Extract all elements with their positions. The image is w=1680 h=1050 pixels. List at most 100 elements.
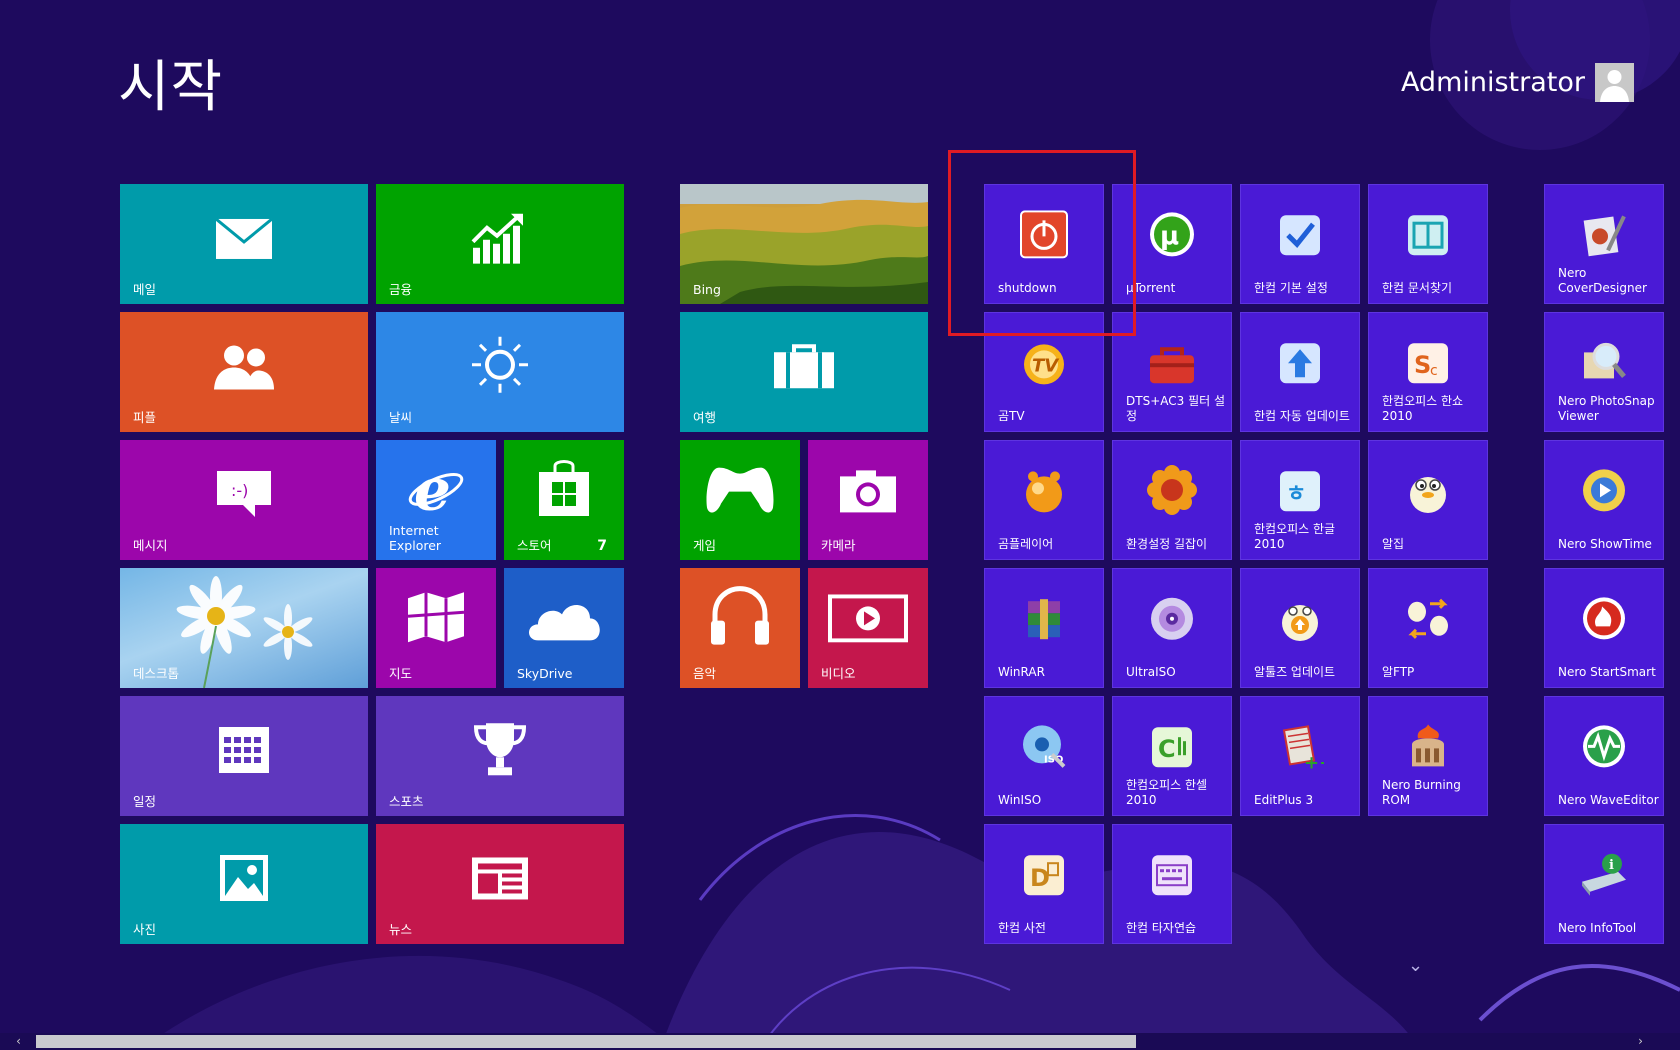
tile-dts-ac3-filter[interactable]: DTS+AC3 필터 설정 <box>1112 312 1232 432</box>
tile-maps[interactable]: 지도 <box>376 568 496 688</box>
tile-hancom-doc-search[interactable]: 한컴 문서찾기 <box>1368 184 1488 304</box>
tile-photos[interactable]: 사진 <box>120 824 368 944</box>
tile-label: Nero WaveEditor <box>1558 793 1659 807</box>
news-icon <box>470 855 530 901</box>
svg-text:i: i <box>1609 858 1614 873</box>
tile-nero-burning-rom[interactable]: Nero Burning ROM <box>1368 696 1488 816</box>
gomtv-icon: TV <box>1018 338 1070 386</box>
showtime-icon <box>1580 466 1628 514</box>
winrar-icon <box>1022 597 1066 641</box>
tile-shutdown[interactable]: shutdown <box>984 184 1104 304</box>
trophy-icon <box>472 721 528 777</box>
tile-internet-explorer[interactable]: e Internet Explorer <box>376 440 496 560</box>
tile-video[interactable]: 비디오 <box>808 568 928 688</box>
tile-bing[interactable]: Bing <box>680 184 928 304</box>
tile-finance[interactable]: 금융 <box>376 184 624 304</box>
tile-winiso[interactable]: ISO WinISO <box>984 696 1104 816</box>
tile-travel[interactable]: 여행 <box>680 312 928 432</box>
tile-label: 사진 <box>133 922 157 937</box>
tile-desktop[interactable]: 데스크톱 <box>120 568 368 688</box>
tile-nero-waveeditor[interactable]: Nero WaveEditor <box>1544 696 1664 816</box>
tile-altools-update[interactable]: 알툴즈 업데이트 <box>1240 568 1360 688</box>
hancell-icon: C <box>1150 725 1194 769</box>
tile-weather[interactable]: 날씨 <box>376 312 624 432</box>
tile-label: 비디오 <box>821 666 856 681</box>
checkmark-icon <box>1278 213 1322 257</box>
tile-nero-coverdesigner[interactable]: Nero CoverDesigner <box>1544 184 1664 304</box>
tile-nero-showtime[interactable]: Nero ShowTime <box>1544 440 1664 560</box>
chevron-down-icon[interactable]: ⌄ <box>1408 955 1423 976</box>
tile-camera[interactable]: 카메라 <box>808 440 928 560</box>
tile-nero-startsmart[interactable]: Nero StartSmart <box>1544 568 1664 688</box>
tile-gomplayer[interactable]: 곰플레이어 <box>984 440 1104 560</box>
tile-hancom-basic-settings[interactable]: 한컴 기본 설정 <box>1240 184 1360 304</box>
tile-gomtv[interactable]: TV 곰TV <box>984 312 1104 432</box>
tile-hancom-hancell[interactable]: C 한컴오피스 한셀 2010 <box>1112 696 1232 816</box>
tile-messaging[interactable]: :-) 메시지 <box>120 440 368 560</box>
scroll-right-icon[interactable]: › <box>1632 1033 1649 1050</box>
calendar-icon <box>217 725 271 775</box>
tile-label: 스토어 <box>517 538 552 553</box>
tile-hancom-hanshow[interactable]: Sc 한컴오피스 한쇼 2010 <box>1368 312 1488 432</box>
tile-music[interactable]: 음악 <box>680 568 800 688</box>
tile-label: Nero PhotoSnap Viewer <box>1558 394 1655 423</box>
headphones-icon <box>709 585 771 647</box>
tile-editplus[interactable]: ++ EditPlus 3 <box>1240 696 1360 816</box>
svg-text::-): :-) <box>231 481 248 500</box>
tile-label: 메시지 <box>133 538 168 553</box>
tile-utorrent[interactable]: µ µTorrent <box>1112 184 1232 304</box>
tile-label: 메일 <box>133 282 157 297</box>
tile-label: Bing <box>693 282 721 297</box>
tile-label: 날씨 <box>389 410 413 425</box>
tile-store[interactable]: 스토어 7 <box>504 440 624 560</box>
tile-sports[interactable]: 스포츠 <box>376 696 624 816</box>
tile-label: 스포츠 <box>389 794 424 809</box>
svg-text:c: c <box>1430 363 1438 379</box>
disc-icon <box>1149 596 1195 642</box>
tile-label: 일정 <box>133 794 157 809</box>
tile-label: 한컴 자동 업데이트 <box>1254 409 1350 423</box>
svg-text:C: C <box>1158 735 1176 763</box>
tile-label: 환경설정 길잡이 <box>1126 537 1208 551</box>
tile-people[interactable]: 피플 <box>120 312 368 432</box>
tile-label: 카메라 <box>821 538 856 553</box>
tile-label: EditPlus 3 <box>1254 793 1314 807</box>
tile-winrar[interactable]: WinRAR <box>984 568 1104 688</box>
tile-alftp[interactable]: 알FTP <box>1368 568 1488 688</box>
tile-skydrive[interactable]: SkyDrive <box>504 568 624 688</box>
tile-label: 곰플레이어 <box>998 537 1054 551</box>
alzip-icon <box>1405 465 1451 515</box>
altools-update-icon <box>1277 593 1323 643</box>
tile-hancom-hangul[interactable]: ㅎ 한컴오피스 한글 2010 <box>1240 440 1360 560</box>
chart-icon <box>471 212 529 264</box>
scroll-left-icon[interactable]: ‹ <box>10 1033 27 1050</box>
tile-label: 지도 <box>389 666 413 681</box>
magnifier-icon <box>1580 338 1628 386</box>
nero-burn-icon <box>1404 722 1452 770</box>
tile-nero-photosnap[interactable]: Nero PhotoSnap Viewer <box>1544 312 1664 432</box>
tile-mail[interactable]: 메일 <box>120 184 368 304</box>
tile-hancom-auto-update[interactable]: 한컴 자동 업데이트 <box>1240 312 1360 432</box>
tile-games[interactable]: 게임 <box>680 440 800 560</box>
tile-env-settings-guide[interactable]: 환경설정 길잡이 <box>1112 440 1232 560</box>
winiso-icon: ISO <box>1020 722 1068 770</box>
tile-label: 한컴오피스 한셀 2010 <box>1126 778 1208 807</box>
svg-text:TV: TV <box>1032 355 1060 376</box>
tile-news[interactable]: 뉴스 <box>376 824 624 944</box>
tile-hancom-dictionary[interactable]: D 한컴 사전 <box>984 824 1104 944</box>
tile-nero-infotool[interactable]: i Nero InfoTool <box>1544 824 1664 944</box>
tile-label: 알집 <box>1382 537 1405 551</box>
drive-info-icon: i <box>1578 852 1630 898</box>
tile-label: 한컴 사전 <box>998 921 1046 935</box>
scrollbar-thumb[interactable] <box>36 1035 1136 1048</box>
tile-calendar[interactable]: 일정 <box>120 696 368 816</box>
user-account[interactable]: Administrator <box>1401 63 1634 102</box>
horizontal-scrollbar[interactable]: ‹ › <box>0 1033 1680 1050</box>
tile-label: µTorrent <box>1126 281 1176 295</box>
tile-ultraiso[interactable]: UltraISO <box>1112 568 1232 688</box>
map-icon <box>406 590 466 644</box>
tile-label: 알툴즈 업데이트 <box>1254 665 1336 679</box>
tile-alzip[interactable]: 알집 <box>1368 440 1488 560</box>
tile-label: Nero CoverDesigner <box>1558 266 1647 295</box>
tile-hancom-typing[interactable]: 한컴 타자연습 <box>1112 824 1232 944</box>
